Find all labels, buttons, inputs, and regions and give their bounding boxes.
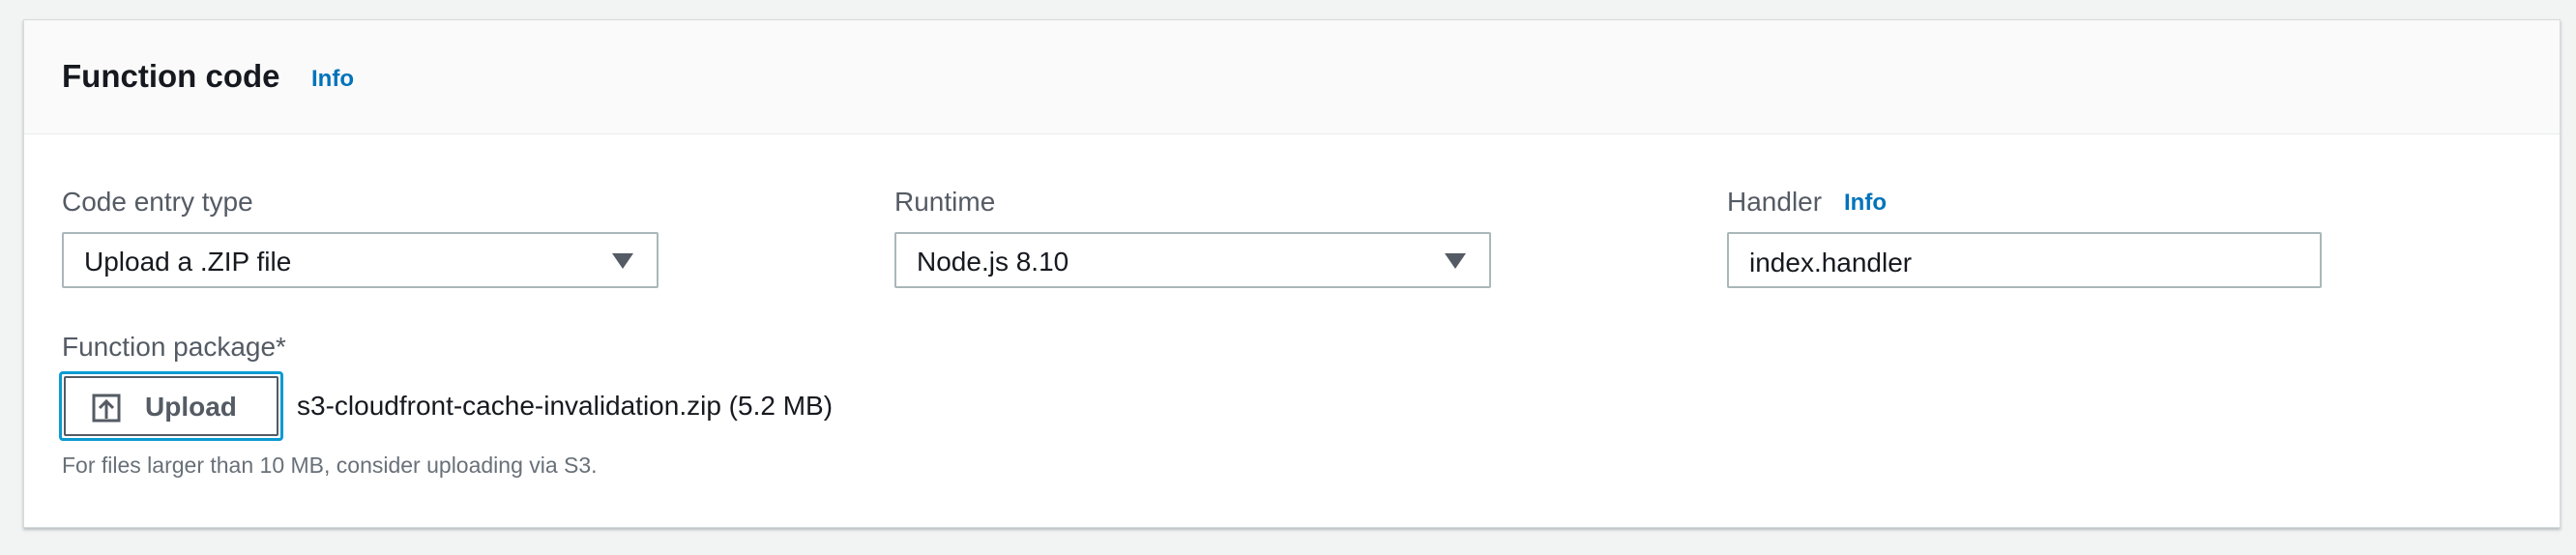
code-entry-type-select[interactable]: Upload a .ZIP file: [62, 232, 659, 288]
upload-hint: For files larger than 10 MB, consider up…: [62, 453, 598, 478]
handler-label: Handler: [1727, 187, 1823, 217]
panel-header: Function code Info: [24, 20, 2560, 134]
upload-button[interactable]: Upload: [64, 376, 278, 436]
code-entry-type-value: Upload a .ZIP file: [84, 247, 292, 277]
panel-title: Function code: [62, 58, 280, 94]
caret-down-icon: [612, 253, 633, 269]
handler-input-value: index.handler: [1749, 248, 1913, 278]
caret-down-icon: [1445, 253, 1466, 269]
upload-button-label: Upload: [145, 392, 237, 422]
code-entry-type-label: Code entry type: [62, 187, 253, 217]
runtime-select[interactable]: Node.js 8.10: [894, 232, 1491, 288]
runtime-value: Node.js 8.10: [917, 247, 1069, 277]
handler-info-link[interactable]: Info: [1844, 190, 1887, 217]
function-code-panel: Function code Info Code entry type Uploa…: [23, 19, 2561, 528]
function-code-info-link[interactable]: Info: [311, 66, 354, 93]
runtime-label: Runtime: [894, 187, 996, 217]
upload-icon: [92, 394, 121, 423]
handler-input[interactable]: index.handler: [1727, 232, 2322, 288]
function-package-label: Function package*: [62, 332, 286, 362]
uploaded-filename: s3-cloudfront-cache-invalidation.zip (5.…: [297, 391, 834, 421]
